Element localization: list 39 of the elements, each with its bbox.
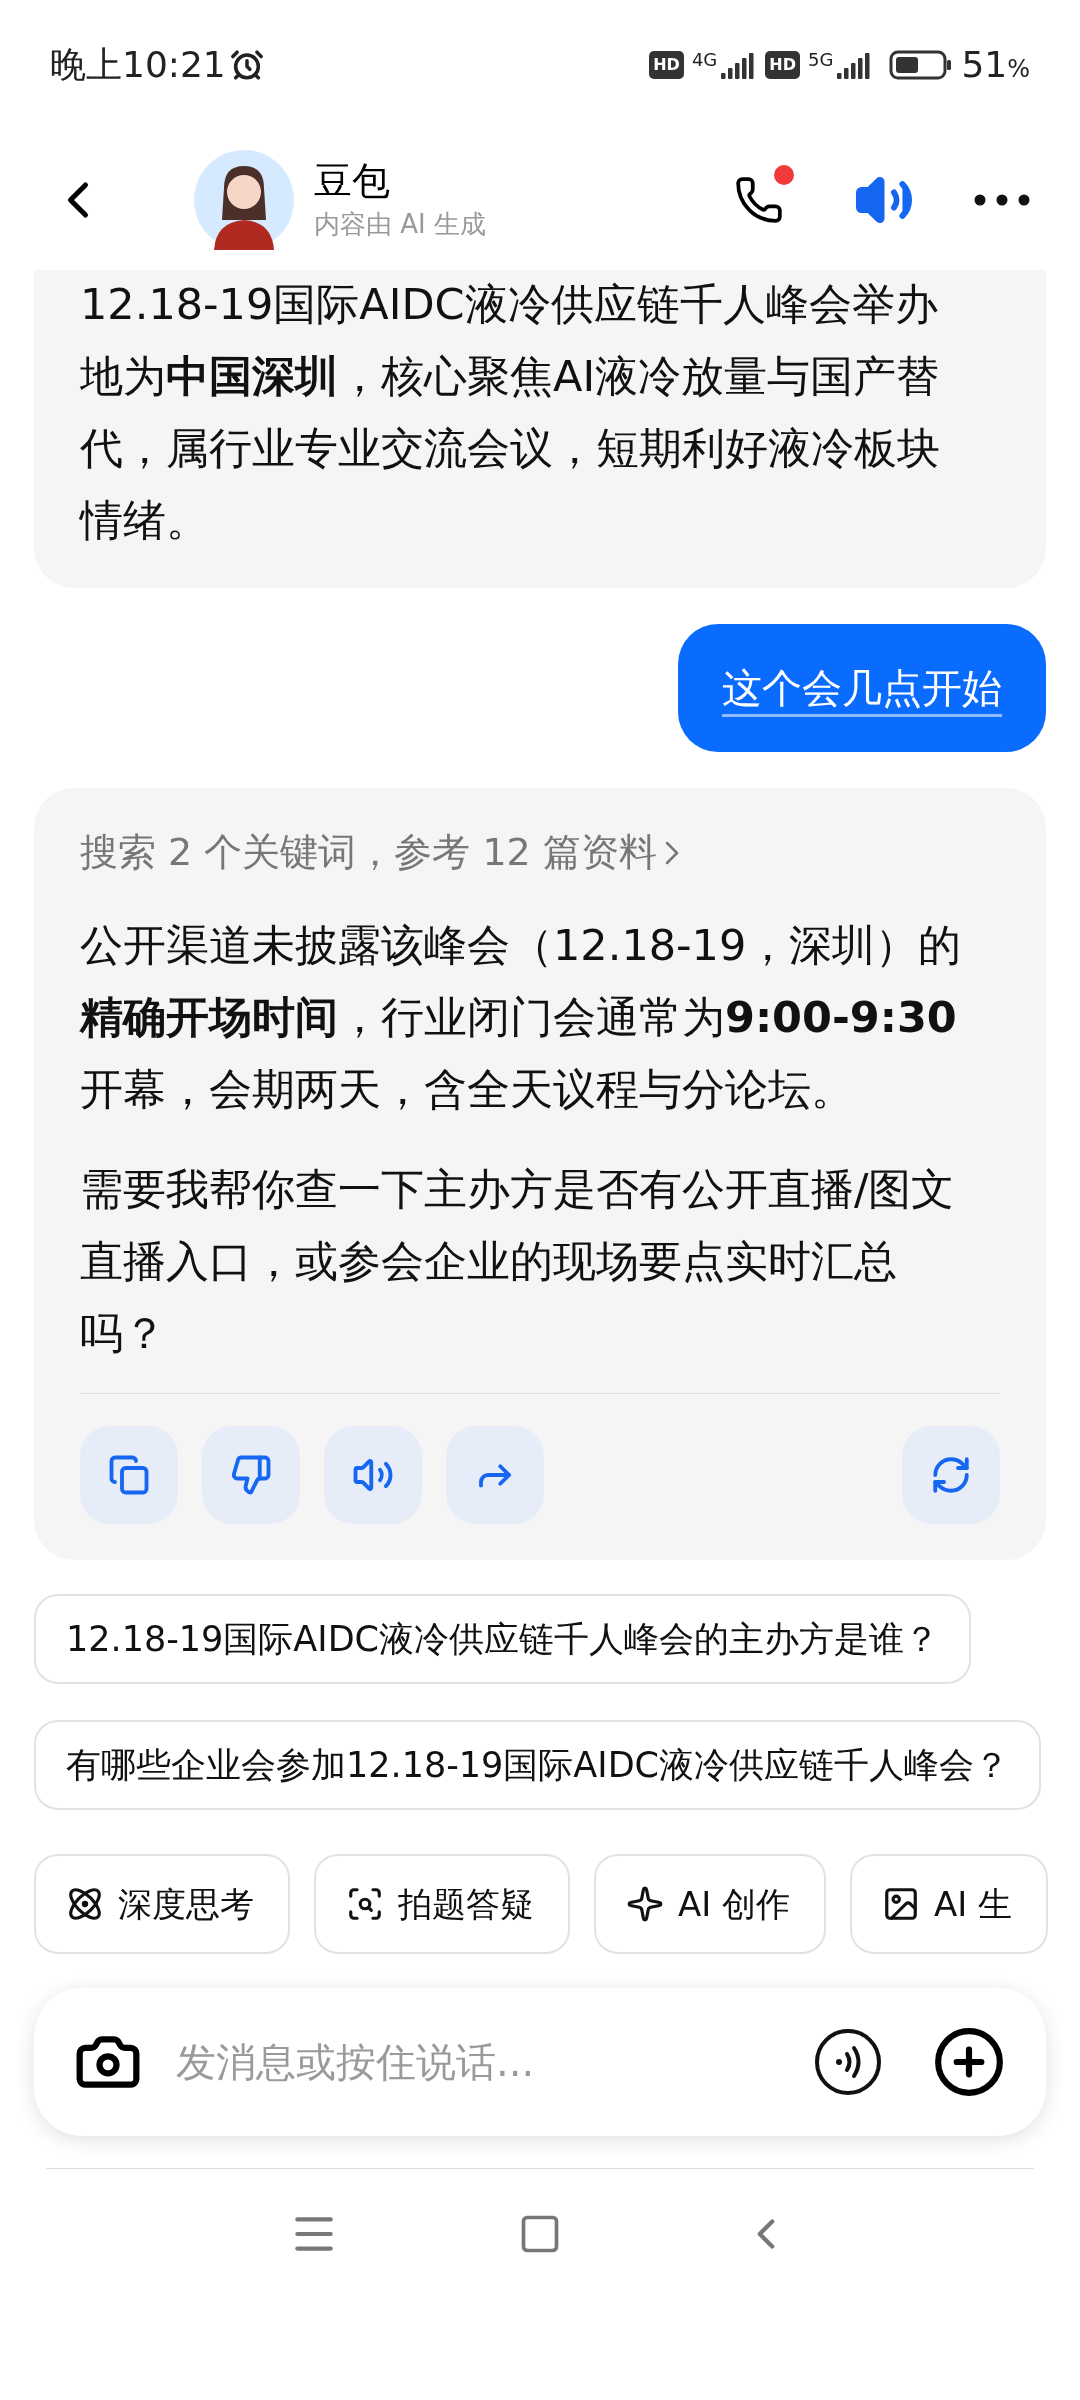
thumbs-down-icon: [230, 1454, 272, 1496]
alarm-icon: [229, 48, 264, 82]
voice-button[interactable]: [814, 2028, 882, 2096]
search-sources-link[interactable]: 搜索 2 个关键词，参考 12 篇资料: [80, 824, 679, 881]
refresh-icon: [930, 1454, 972, 1496]
message-text: 这个会几点开始: [722, 664, 1002, 713]
clock-time: 晚上10:21: [50, 43, 226, 87]
read-aloud-button[interactable]: [324, 1426, 422, 1524]
chevron-right-icon: [664, 840, 679, 865]
regenerate-button[interactable]: [902, 1426, 1000, 1524]
message-text: 需要我帮你查一下主办方是否有公开直播/图文直播入口，或参会企业的现场要点实时汇总吗？: [80, 1163, 956, 1360]
message-text: 12.18-19国际AIDC液冷供应链千人峰会举办地为中国深圳，核心聚焦AI液冷放量与国产替代，属行业专业交流会议，短期利好液冷板块情绪。: [80, 278, 941, 547]
copy-icon: [108, 1454, 150, 1496]
ai-generated-note: 内容由 AI 生成: [314, 207, 486, 241]
hd-badge: HD: [649, 51, 684, 79]
more-button[interactable]: [974, 194, 1030, 206]
feature-chip[interactable]: AI 创作: [594, 1854, 827, 1954]
dislike-button[interactable]: [202, 1426, 300, 1524]
battery-icon: [889, 49, 954, 81]
message-text: 公开渠道未披露该峰会（12.18-19，深圳）的精确开场时间，行业闭门会通常为9:00-9:30开幕，会期两天，含全天议程与分论坛。: [80, 919, 963, 1116]
suggested-question[interactable]: 有哪些企业会参加12.18-19国际AIDC液冷供应链千人峰会？: [34, 1720, 1042, 1810]
add-button[interactable]: [932, 2025, 1006, 2099]
message-input[interactable]: 发消息或按住说话...: [176, 2032, 814, 2092]
network-label: 5G: [807, 51, 834, 69]
feature-chip[interactable]: 拍题答疑: [314, 1854, 570, 1954]
search-icon: [346, 1885, 384, 1923]
chat-title: 豆包: [314, 157, 391, 205]
sparkle-icon: [626, 1885, 664, 1923]
more-icon: [974, 194, 1030, 206]
atom-icon: [66, 1885, 104, 1923]
share-button[interactable]: [446, 1426, 544, 1524]
suggested-question[interactable]: 12.18-19国际AIDC液冷供应链千人峰会的主办方是谁？: [34, 1594, 972, 1684]
battery-percent: 51%: [961, 43, 1030, 87]
hd-badge: HD: [765, 51, 800, 79]
copy-button[interactable]: [80, 1426, 178, 1524]
network-label: 4G: [691, 51, 718, 69]
avatar[interactable]: [194, 150, 294, 250]
feature-chip[interactable]: AI 生: [850, 1854, 1049, 1954]
feature-chip[interactable]: 深度思考: [34, 1854, 290, 1954]
